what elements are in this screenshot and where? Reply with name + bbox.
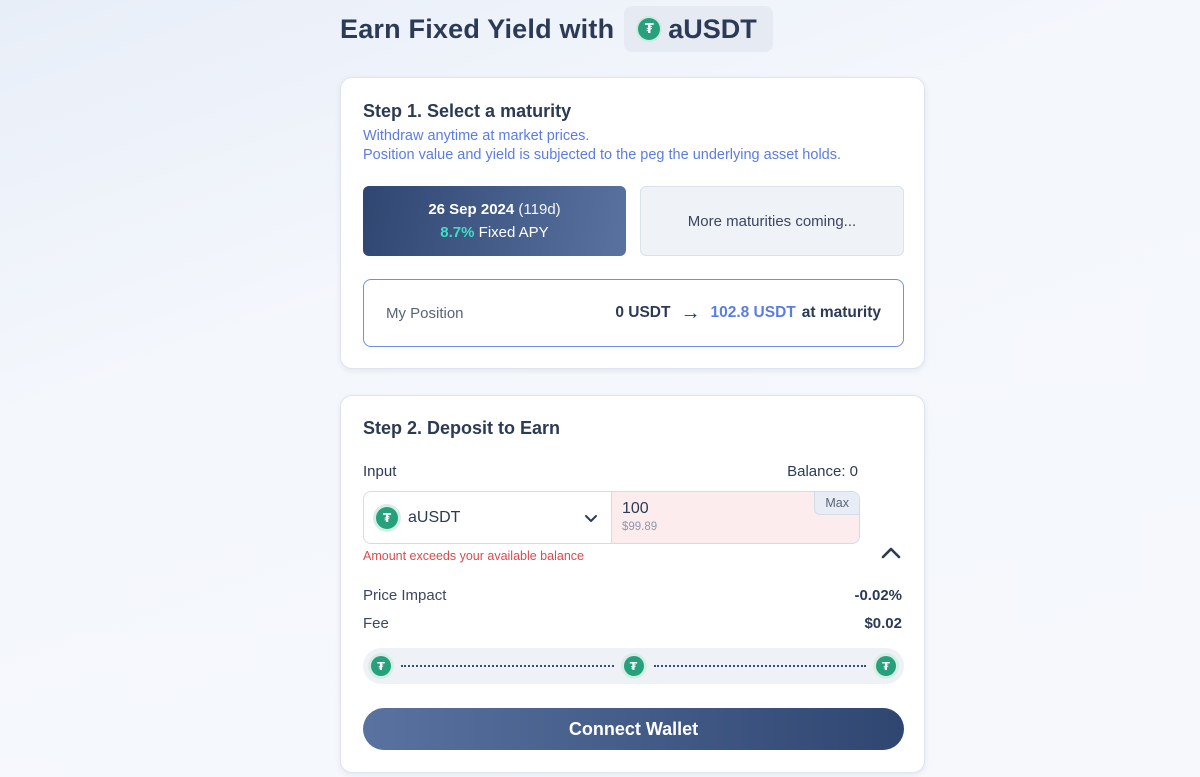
step1-subtitle-line2: Position value and yield is subjected to… <box>363 147 842 163</box>
fee-row: Fee $0.02 <box>363 615 902 632</box>
step1-title: Step 1. Select a maturity <box>363 101 572 121</box>
maturity-apy: 8.7% <box>440 224 475 241</box>
balance-text: Balance: 0 <box>787 463 858 480</box>
more-maturities-option: More maturities coming... <box>640 186 904 256</box>
tether-icon: ₮ <box>876 656 896 676</box>
amount-input[interactable] <box>622 500 772 518</box>
price-impact-row: Price Impact -0.02% <box>363 587 902 604</box>
amount-error-message: Amount exceeds your available balance <box>363 549 584 563</box>
input-label: Input <box>363 463 397 480</box>
swap-route: ₮ ₮ ₮ <box>363 648 904 684</box>
route-connector <box>653 665 866 667</box>
maturity-date-row: 26 Sep 2024 (119d) <box>428 201 560 218</box>
maturity-apy-label: Fixed APY <box>478 224 549 241</box>
position-current: 0 USDT <box>615 304 671 321</box>
tether-icon: ₮ <box>371 656 391 676</box>
price-impact-label: Price Impact <box>363 587 447 604</box>
fee-value: $0.02 <box>864 615 902 632</box>
amount-field: $99.89 Max <box>612 492 859 543</box>
fee-label: Fee <box>363 615 389 632</box>
page-header: Earn Fixed Yield with ₮ aUSDT <box>340 6 773 52</box>
my-position-value: 0 USDT → 102.8 USDT at maturity <box>615 302 881 325</box>
amount-usd-value: $99.89 <box>622 521 658 533</box>
price-impact-value: -0.02% <box>854 587 902 604</box>
my-position-label: My Position <box>386 304 464 322</box>
maturity-days: (119d) <box>518 201 561 218</box>
maturity-apy-row: 8.7% Fixed APY <box>440 224 548 241</box>
chevron-up-icon[interactable] <box>880 545 902 561</box>
deposit-input-row: ₮ aUSDT $99.89 Max <box>363 491 860 544</box>
my-position-box: My Position 0 USDT → 102.8 USDT at matur… <box>363 279 904 347</box>
maturity-option-selected[interactable]: 26 Sep 2024 (119d) 8.7% Fixed APY <box>363 186 626 256</box>
chevron-down-icon <box>585 514 597 522</box>
tether-icon: ₮ <box>623 656 644 676</box>
tether-icon: ₮ <box>638 18 661 40</box>
token-chip-label: aUSDT <box>668 13 757 44</box>
maturity-card: Step 1. Select a maturity Withdraw anyti… <box>340 77 925 369</box>
position-suffix: at maturity <box>801 304 881 321</box>
deposit-card: Step 2. Deposit to Earn Input Balance: 0… <box>340 395 925 773</box>
step2-title: Step 2. Deposit to Earn <box>363 418 561 438</box>
maturity-date: 26 Sep 2024 <box>428 201 515 218</box>
token-select-label: aUSDT <box>408 508 461 526</box>
connect-wallet-button[interactable]: Connect Wallet <box>363 708 904 750</box>
tether-icon: ₮ <box>376 506 398 529</box>
token-chip: ₮ aUSDT <box>624 6 773 52</box>
max-button[interactable]: Max <box>814 492 859 515</box>
route-connector <box>401 665 614 667</box>
position-target: 102.8 USDT <box>710 304 796 321</box>
page-title: Earn Fixed Yield with <box>340 13 615 44</box>
arrow-right-icon: → <box>680 301 701 324</box>
token-select[interactable]: ₮ aUSDT <box>364 492 612 543</box>
step1-subtitle-line1: Withdraw anytime at market prices. <box>363 128 590 144</box>
